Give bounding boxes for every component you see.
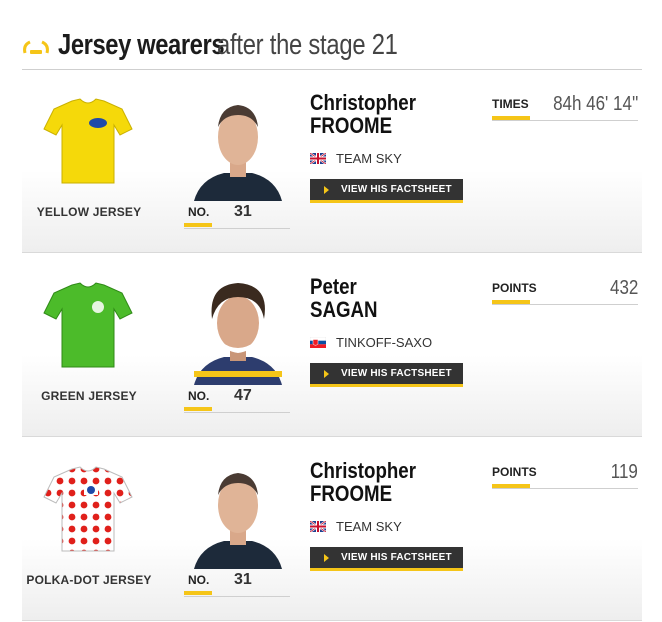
jersey-row-green: GREEN JERSEY NO. 47 Peter SAGAN TINKOFF-… bbox=[22, 255, 642, 437]
view-factsheet-button[interactable]: VIEW HIS FACTSHEET bbox=[310, 179, 463, 203]
team: TEAM SKY bbox=[310, 519, 402, 534]
stat-points: POINTS 119 bbox=[492, 459, 638, 489]
jersey-label: POLKA-DOT JERSEY bbox=[26, 573, 152, 587]
rider-name[interactable]: Peter SAGAN bbox=[310, 275, 463, 321]
arrow-right-icon bbox=[324, 553, 329, 562]
accent-bar bbox=[492, 116, 530, 120]
number-value: 47 bbox=[234, 387, 252, 404]
rider-portrait bbox=[194, 105, 282, 201]
accent-bar bbox=[492, 300, 530, 304]
number-value: 31 bbox=[234, 571, 252, 588]
rider-number: NO. 31 bbox=[184, 201, 290, 229]
number-label: NO. bbox=[188, 573, 210, 587]
stat-points: POINTS 432 bbox=[492, 275, 638, 305]
stat-value: 432 bbox=[609, 277, 638, 299]
jersey-label: GREEN JERSEY bbox=[41, 389, 137, 403]
number-label: NO. bbox=[188, 205, 210, 219]
accent-bar bbox=[184, 223, 212, 227]
team-name: TEAM SKY bbox=[336, 519, 402, 534]
jersey-row-polka-dot: POLKA-DOT JERSEY NO. 31 Christopher FROO… bbox=[22, 439, 642, 621]
rider-name[interactable]: Christopher FROOME bbox=[310, 459, 463, 505]
rider-last-name: SAGAN bbox=[310, 297, 378, 322]
jersey-row-yellow: YELLOW JERSEY NO. 31 Christopher FROOME … bbox=[22, 71, 642, 253]
page-subtitle: after the stage 21 bbox=[216, 29, 398, 61]
accent-bar bbox=[184, 407, 212, 411]
rider-first-name: Christopher bbox=[310, 458, 416, 483]
uk-flag-icon bbox=[310, 521, 326, 532]
polka-dot-jersey-icon bbox=[43, 466, 133, 552]
rider-first-name: Peter bbox=[310, 274, 357, 299]
rider-last-name: FROOME bbox=[310, 113, 393, 138]
jersey-label: YELLOW JERSEY bbox=[36, 205, 142, 219]
stat-label: TIMES bbox=[492, 97, 529, 111]
team-name: TEAM SKY bbox=[336, 151, 402, 166]
arrow-right-icon bbox=[324, 369, 329, 378]
team: TEAM SKY bbox=[310, 151, 402, 166]
number-value: 31 bbox=[234, 203, 252, 220]
factsheet-button-label: VIEW HIS FACTSHEET bbox=[341, 184, 452, 195]
slovakia-flag-icon bbox=[310, 337, 326, 348]
tour-logo-icon bbox=[23, 40, 49, 54]
page-header: Jersey wearers after the stage 21 bbox=[22, 22, 642, 70]
stat-label: POINTS bbox=[492, 281, 537, 295]
rider-portrait bbox=[194, 473, 282, 569]
rider-number: NO. 47 bbox=[184, 385, 290, 413]
uk-flag-icon bbox=[310, 153, 326, 164]
view-factsheet-button[interactable]: VIEW HIS FACTSHEET bbox=[310, 547, 463, 571]
stat-value: 119 bbox=[610, 461, 638, 483]
page-title: Jersey wearers bbox=[58, 29, 225, 61]
team: TINKOFF-SAXO bbox=[310, 335, 432, 350]
view-factsheet-button[interactable]: VIEW HIS FACTSHEET bbox=[310, 363, 463, 387]
green-jersey-icon bbox=[43, 282, 133, 368]
number-label: NO. bbox=[188, 389, 210, 403]
accent-bar bbox=[492, 484, 530, 488]
rider-name[interactable]: Christopher FROOME bbox=[310, 91, 463, 137]
rider-number: NO. 31 bbox=[184, 569, 290, 597]
yellow-jersey-icon bbox=[43, 98, 133, 184]
rider-first-name: Christopher bbox=[310, 90, 416, 115]
stat-times: TIMES 84h 46' 14'' bbox=[492, 91, 638, 121]
team-name: TINKOFF-SAXO bbox=[336, 335, 433, 350]
stat-label: POINTS bbox=[492, 465, 537, 479]
stat-value: 84h 46' 14'' bbox=[552, 93, 638, 115]
rider-last-name: FROOME bbox=[310, 481, 393, 506]
factsheet-button-label: VIEW HIS FACTSHEET bbox=[341, 552, 452, 563]
rider-portrait bbox=[194, 283, 282, 385]
arrow-right-icon bbox=[324, 185, 329, 194]
factsheet-button-label: VIEW HIS FACTSHEET bbox=[341, 368, 452, 379]
accent-bar bbox=[184, 591, 212, 595]
